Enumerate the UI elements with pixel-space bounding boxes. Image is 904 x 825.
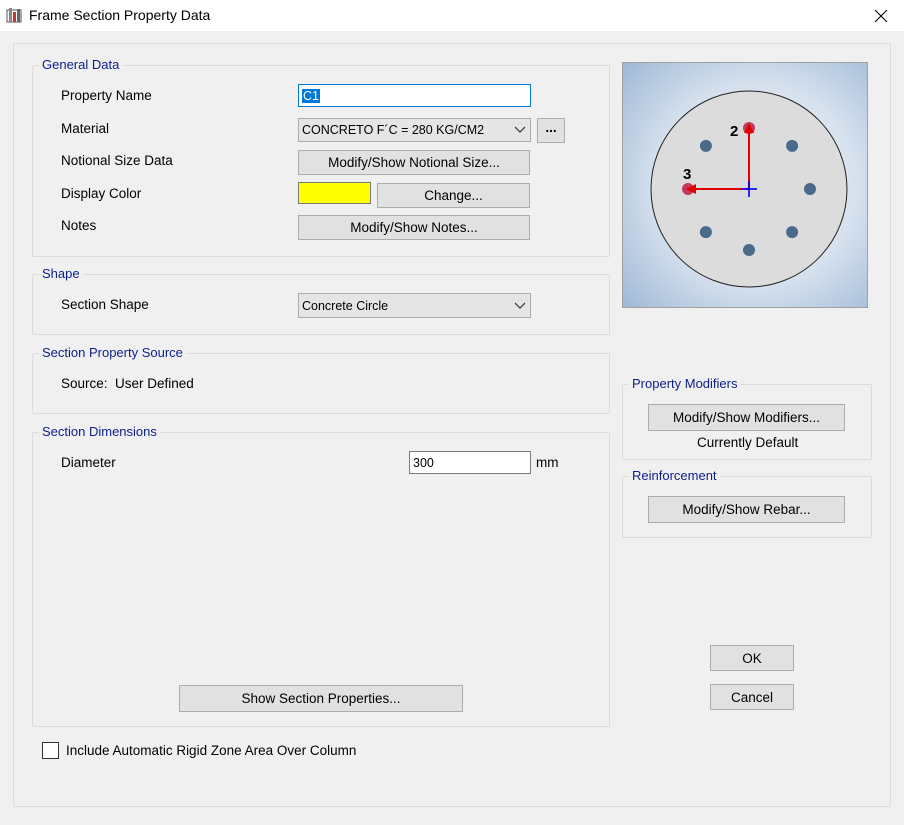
section-preview: 2 3 bbox=[622, 62, 868, 308]
close-icon bbox=[874, 9, 888, 22]
material-select[interactable]: CONCRETO F´C = 280 KG/CM2 bbox=[298, 118, 531, 142]
section-shape-select[interactable]: Concrete Circle bbox=[298, 293, 531, 318]
notional-size-label: Notional Size Data bbox=[61, 153, 173, 168]
chevron-down-icon bbox=[514, 302, 526, 309]
modify-rebar-button[interactable]: Modify/Show Rebar... bbox=[648, 496, 845, 523]
diameter-value: 300 bbox=[413, 455, 434, 470]
section-source-legend: Section Property Source bbox=[42, 345, 183, 360]
title-bar: Frame Section Property Data bbox=[0, 0, 904, 31]
modify-modifiers-label: Modify/Show Modifiers... bbox=[672, 410, 821, 425]
rigid-zone-label: Include Automatic Rigid Zone Area Over C… bbox=[66, 743, 357, 758]
change-color-button-label: Change... bbox=[424, 188, 483, 203]
property-modifiers-legend: Property Modifiers bbox=[632, 376, 738, 391]
rebar-dot bbox=[699, 226, 712, 239]
axis-3-label: 3 bbox=[683, 166, 691, 183]
chevron-down-icon bbox=[514, 126, 526, 133]
rebar-dot bbox=[699, 139, 712, 152]
show-section-properties-button[interactable]: Show Section Properties... bbox=[179, 685, 463, 712]
material-value: CONCRETO F´C = 280 KG/CM2 bbox=[302, 123, 485, 137]
property-name-input[interactable]: C1 bbox=[298, 84, 531, 107]
ok-button[interactable]: OK bbox=[710, 645, 794, 671]
material-browse-button[interactable]: ... bbox=[537, 118, 565, 143]
diameter-unit: mm bbox=[536, 455, 559, 470]
source-text: Source: User Defined bbox=[61, 376, 194, 391]
window-title: Frame Section Property Data bbox=[29, 7, 211, 23]
axis-2-label: 2 bbox=[730, 123, 738, 140]
notes-button-label: Modify/Show Notes... bbox=[350, 220, 478, 235]
diameter-input[interactable]: 300 bbox=[409, 451, 531, 474]
material-browse-label: ... bbox=[545, 120, 557, 135]
app-icon bbox=[6, 8, 22, 23]
rebar-dot bbox=[786, 226, 799, 239]
display-color-swatch[interactable] bbox=[298, 182, 371, 204]
cancel-label: Cancel bbox=[730, 689, 774, 705]
rebar-dot bbox=[786, 139, 799, 152]
section-shape-value: Concrete Circle bbox=[302, 298, 389, 313]
material-label: Material bbox=[61, 121, 110, 136]
close-button[interactable] bbox=[858, 0, 904, 31]
modify-rebar-label: Modify/Show Rebar... bbox=[682, 502, 811, 517]
change-color-button[interactable]: Change... bbox=[377, 183, 530, 208]
display-color-label: Display Color bbox=[61, 186, 142, 201]
rebar-dot bbox=[804, 183, 816, 195]
shape-legend: Shape bbox=[42, 266, 80, 281]
rigid-zone-checkbox[interactable] bbox=[42, 742, 59, 759]
notes-label: Notes bbox=[61, 218, 97, 233]
show-section-properties-label: Show Section Properties... bbox=[241, 691, 401, 706]
modify-modifiers-button[interactable]: Modify/Show Modifiers... bbox=[648, 404, 845, 431]
property-name-label: Property Name bbox=[61, 88, 152, 103]
diameter-label: Diameter bbox=[61, 455, 116, 470]
property-name-value: C1 bbox=[302, 88, 320, 103]
modifiers-status: Currently Default bbox=[697, 435, 799, 450]
notional-size-button-label: Modify/Show Notional Size... bbox=[328, 155, 500, 170]
section-shape-label: Section Shape bbox=[61, 297, 149, 312]
ok-label: OK bbox=[742, 650, 762, 666]
reinforcement-legend: Reinforcement bbox=[632, 468, 717, 483]
section-dimensions-legend: Section Dimensions bbox=[42, 424, 157, 439]
notes-button[interactable]: Modify/Show Notes... bbox=[298, 215, 530, 240]
cancel-button[interactable]: Cancel bbox=[710, 684, 794, 710]
general-data-legend: General Data bbox=[42, 57, 120, 72]
rebar-dot bbox=[743, 244, 755, 256]
section-drawing: 2 3 bbox=[650, 90, 848, 288]
notional-size-button[interactable]: Modify/Show Notional Size... bbox=[298, 150, 530, 175]
